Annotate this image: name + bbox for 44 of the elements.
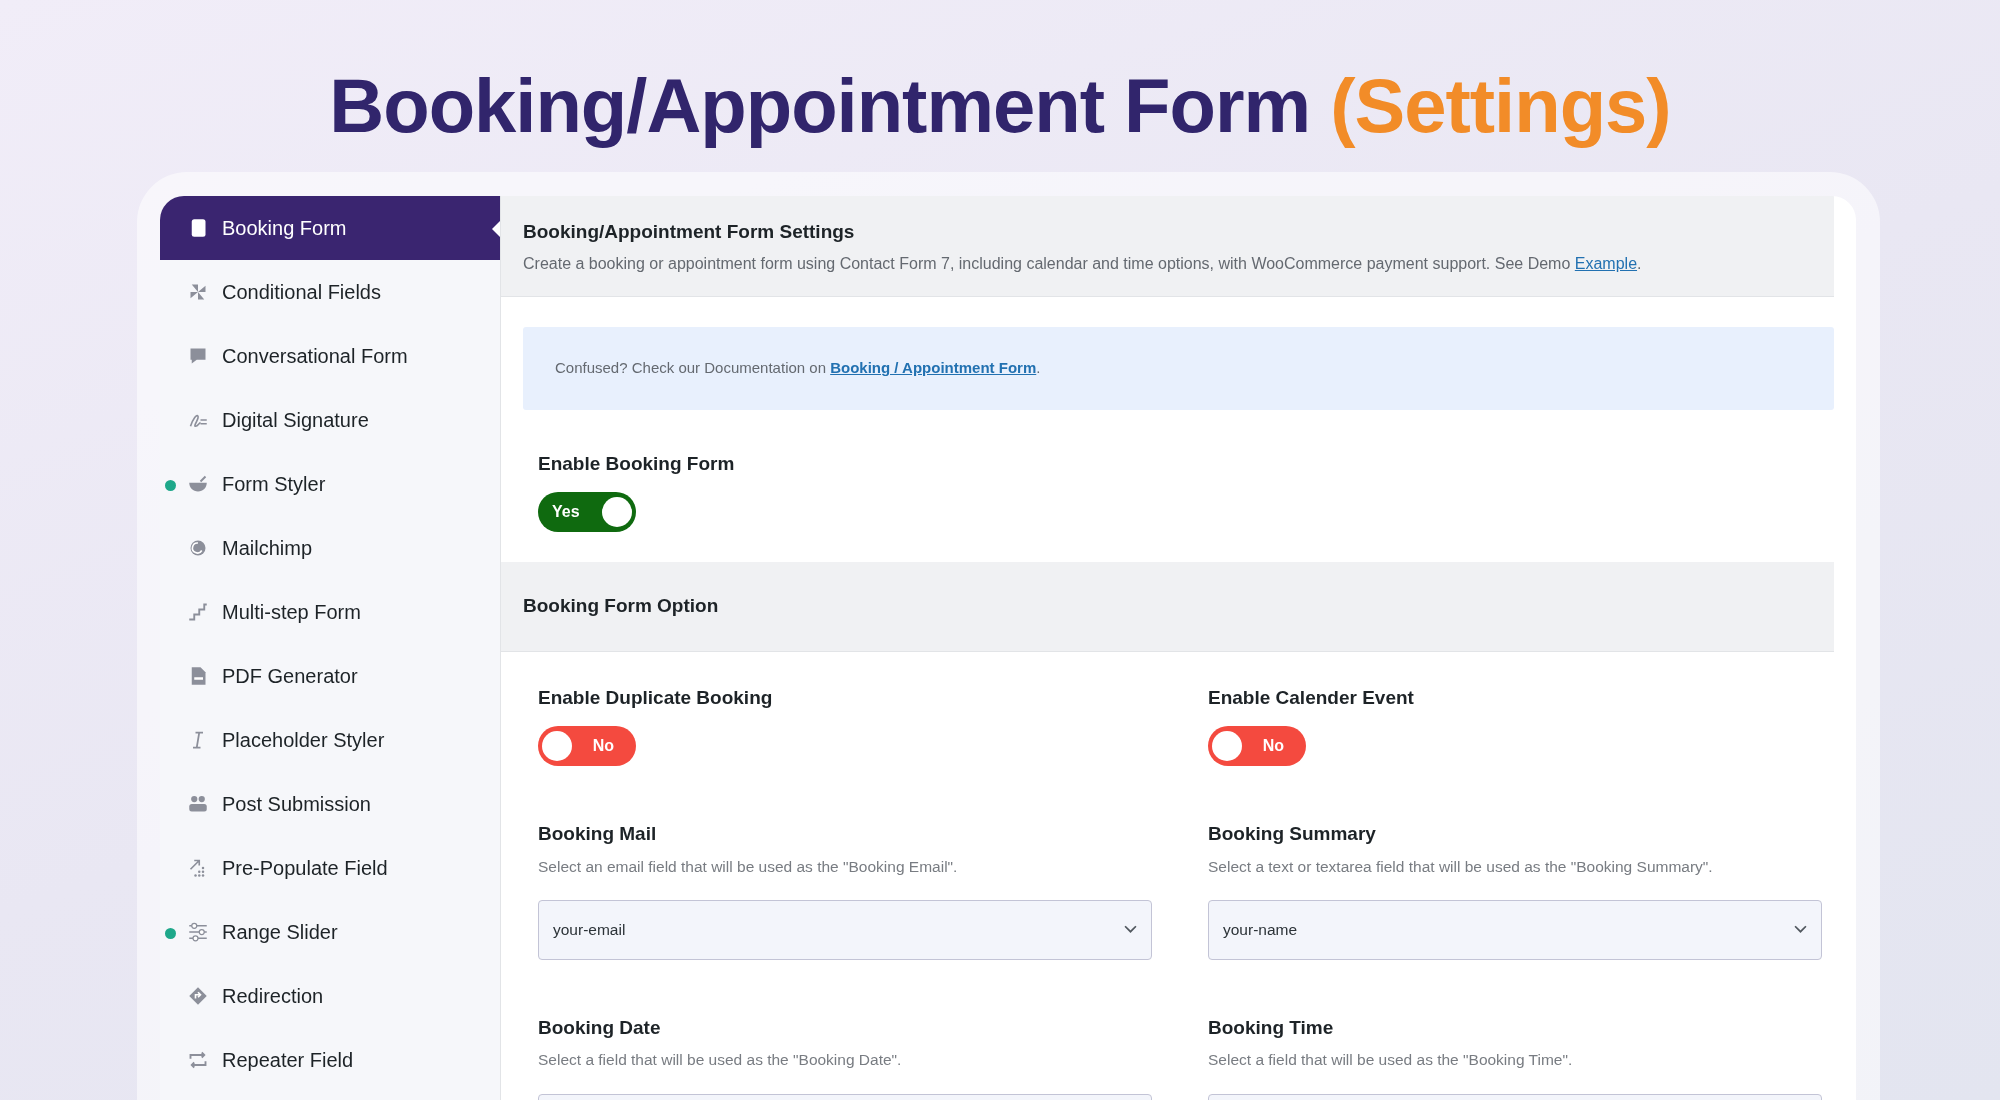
bowl-icon <box>188 473 208 494</box>
field-label: Enable Calender Event <box>1208 685 1415 710</box>
field-description: Select a field that will be used as the "Booking Date". <box>538 1050 903 1071</box>
page-headline: Booking/Appointment Form (Settings) <box>328 62 1672 148</box>
repeat-icon <box>188 1049 208 1070</box>
section-title: Booking Form Option <box>501 562 1834 652</box>
diamond-arrow-icon <box>188 985 208 1006</box>
field-label: Booking Date <box>538 1015 662 1040</box>
sidebar-item[interactable]: Placeholder Styler <box>160 707 500 772</box>
settings-description: Create a booking or appointment form using Contact Form 7, including calendar and time options, with WooCommerce payment support. See Demo Example. <box>523 254 1643 275</box>
sidebar-item[interactable]: Pre-Populate Field <box>160 835 500 900</box>
field-description: Select a field that will be used as the "Booking Time". <box>1208 1050 1574 1071</box>
sidebar-item[interactable]: Range Slider <box>160 899 500 964</box>
field-description: Select an email field that will be used as the "Booking Email". <box>538 856 959 877</box>
sidebar-item[interactable]: PDF Generator <box>160 643 500 708</box>
sidebar-item[interactable]: Booking Form <box>160 195 500 260</box>
field-label: Enable Duplicate Booking <box>538 685 774 710</box>
toggle-switch[interactable]: Yes <box>538 492 636 533</box>
sidebar-item[interactable]: Repeater Field <box>160 1027 500 1092</box>
field-label: Booking Time <box>1208 1015 1335 1040</box>
sidebar-item[interactable]: Digital Signature <box>160 387 500 452</box>
example-link[interactable]: Example <box>1574 255 1638 273</box>
stairs-icon <box>188 601 208 622</box>
select-field[interactable]: your-email <box>538 899 1152 960</box>
field-description: Select a text or textarea field that will be used as the "Booking Summary". <box>1208 856 1714 877</box>
sidebar-item[interactable]: Multi-step Form <box>160 579 500 644</box>
chevron-down-icon <box>1794 925 1807 935</box>
people-icon <box>188 793 208 814</box>
sidebar-item[interactable]: Conversational Form <box>160 323 500 388</box>
sidebar-item[interactable]: Conditional Fields <box>160 259 500 324</box>
sidebar-item[interactable]: Mailchimp <box>160 515 500 580</box>
toggle-switch[interactable]: No <box>538 726 636 767</box>
sliders-icon <box>188 921 208 942</box>
chevron-down-icon <box>1124 925 1137 935</box>
documentation-notice: Confused? Check our Documentation on Booking / Appointment Form. <box>523 327 1834 410</box>
sidebar-item[interactable]: Redirection <box>160 963 500 1028</box>
field-label: Booking Summary <box>1208 822 1377 847</box>
toggle-switch[interactable]: No <box>1208 726 1306 767</box>
sidebar-item[interactable]: Post Submission <box>160 771 500 836</box>
settings-title: Booking/Appointment Form Settings <box>523 219 856 244</box>
sidebar-item[interactable]: Form Styler <box>160 451 500 516</box>
field-label: Enable Booking Form <box>538 451 736 476</box>
field-label: Booking Mail <box>538 822 658 847</box>
select-field[interactable]: your-name <box>1208 899 1822 960</box>
